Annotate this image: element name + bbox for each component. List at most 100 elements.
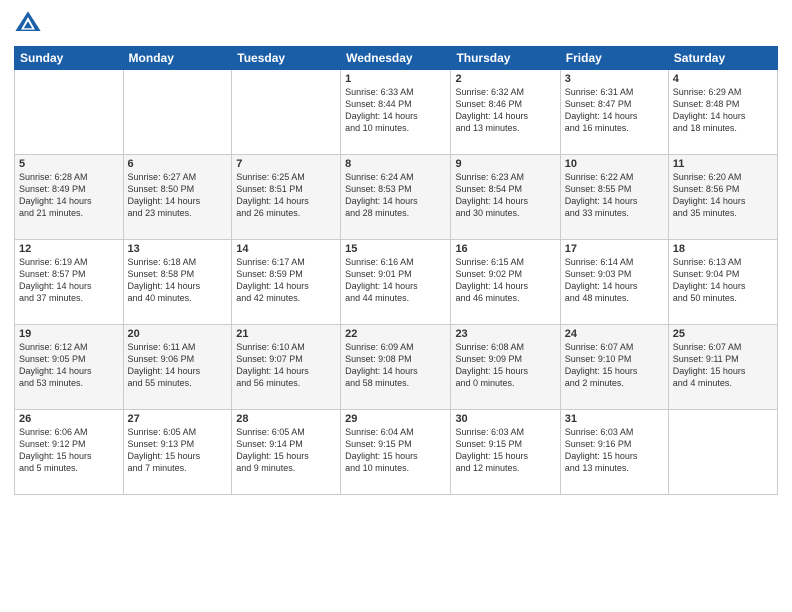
day-number: 3 xyxy=(565,73,664,85)
day-number: 31 xyxy=(565,413,664,425)
calendar-cell: 13Sunrise: 6:18 AM Sunset: 8:58 PM Dayli… xyxy=(123,240,232,325)
day-number: 19 xyxy=(19,328,119,340)
calendar-cell: 12Sunrise: 6:19 AM Sunset: 8:57 PM Dayli… xyxy=(15,240,124,325)
calendar-cell: 17Sunrise: 6:14 AM Sunset: 9:03 PM Dayli… xyxy=(560,240,668,325)
calendar-week-row: 19Sunrise: 6:12 AM Sunset: 9:05 PM Dayli… xyxy=(15,325,778,410)
cell-content: Sunrise: 6:04 AM Sunset: 9:15 PM Dayligh… xyxy=(345,426,446,475)
calendar-header-thursday: Thursday xyxy=(451,47,560,70)
cell-content: Sunrise: 6:14 AM Sunset: 9:03 PM Dayligh… xyxy=(565,256,664,305)
calendar-cell xyxy=(232,70,341,155)
calendar-cell: 22Sunrise: 6:09 AM Sunset: 9:08 PM Dayli… xyxy=(341,325,451,410)
calendar-cell: 16Sunrise: 6:15 AM Sunset: 9:02 PM Dayli… xyxy=(451,240,560,325)
calendar-header-monday: Monday xyxy=(123,47,232,70)
day-number: 25 xyxy=(673,328,773,340)
cell-content: Sunrise: 6:24 AM Sunset: 8:53 PM Dayligh… xyxy=(345,171,446,220)
calendar-cell: 9Sunrise: 6:23 AM Sunset: 8:54 PM Daylig… xyxy=(451,155,560,240)
calendar-week-row: 5Sunrise: 6:28 AM Sunset: 8:49 PM Daylig… xyxy=(15,155,778,240)
calendar-cell xyxy=(15,70,124,155)
day-number: 18 xyxy=(673,243,773,255)
calendar-cell: 10Sunrise: 6:22 AM Sunset: 8:55 PM Dayli… xyxy=(560,155,668,240)
calendar-cell: 30Sunrise: 6:03 AM Sunset: 9:15 PM Dayli… xyxy=(451,410,560,495)
cell-content: Sunrise: 6:08 AM Sunset: 9:09 PM Dayligh… xyxy=(455,341,555,390)
day-number: 11 xyxy=(673,158,773,170)
calendar-cell: 15Sunrise: 6:16 AM Sunset: 9:01 PM Dayli… xyxy=(341,240,451,325)
cell-content: Sunrise: 6:31 AM Sunset: 8:47 PM Dayligh… xyxy=(565,86,664,135)
calendar-cell: 25Sunrise: 6:07 AM Sunset: 9:11 PM Dayli… xyxy=(668,325,777,410)
day-number: 17 xyxy=(565,243,664,255)
header xyxy=(14,10,778,38)
calendar-cell: 26Sunrise: 6:06 AM Sunset: 9:12 PM Dayli… xyxy=(15,410,124,495)
cell-content: Sunrise: 6:23 AM Sunset: 8:54 PM Dayligh… xyxy=(455,171,555,220)
logo xyxy=(14,10,44,38)
cell-content: Sunrise: 6:25 AM Sunset: 8:51 PM Dayligh… xyxy=(236,171,336,220)
cell-content: Sunrise: 6:13 AM Sunset: 9:04 PM Dayligh… xyxy=(673,256,773,305)
day-number: 23 xyxy=(455,328,555,340)
cell-content: Sunrise: 6:33 AM Sunset: 8:44 PM Dayligh… xyxy=(345,86,446,135)
calendar-header-saturday: Saturday xyxy=(668,47,777,70)
cell-content: Sunrise: 6:15 AM Sunset: 9:02 PM Dayligh… xyxy=(455,256,555,305)
day-number: 26 xyxy=(19,413,119,425)
calendar-week-row: 12Sunrise: 6:19 AM Sunset: 8:57 PM Dayli… xyxy=(15,240,778,325)
day-number: 2 xyxy=(455,73,555,85)
calendar-cell: 20Sunrise: 6:11 AM Sunset: 9:06 PM Dayli… xyxy=(123,325,232,410)
day-number: 7 xyxy=(236,158,336,170)
day-number: 12 xyxy=(19,243,119,255)
calendar-cell xyxy=(123,70,232,155)
day-number: 8 xyxy=(345,158,446,170)
calendar-cell: 3Sunrise: 6:31 AM Sunset: 8:47 PM Daylig… xyxy=(560,70,668,155)
day-number: 27 xyxy=(128,413,228,425)
calendar-cell: 21Sunrise: 6:10 AM Sunset: 9:07 PM Dayli… xyxy=(232,325,341,410)
calendar-cell: 28Sunrise: 6:05 AM Sunset: 9:14 PM Dayli… xyxy=(232,410,341,495)
calendar-week-row: 1Sunrise: 6:33 AM Sunset: 8:44 PM Daylig… xyxy=(15,70,778,155)
cell-content: Sunrise: 6:03 AM Sunset: 9:16 PM Dayligh… xyxy=(565,426,664,475)
cell-content: Sunrise: 6:09 AM Sunset: 9:08 PM Dayligh… xyxy=(345,341,446,390)
cell-content: Sunrise: 6:29 AM Sunset: 8:48 PM Dayligh… xyxy=(673,86,773,135)
calendar-cell: 31Sunrise: 6:03 AM Sunset: 9:16 PM Dayli… xyxy=(560,410,668,495)
calendar-cell: 8Sunrise: 6:24 AM Sunset: 8:53 PM Daylig… xyxy=(341,155,451,240)
calendar-header-sunday: Sunday xyxy=(15,47,124,70)
calendar-week-row: 26Sunrise: 6:06 AM Sunset: 9:12 PM Dayli… xyxy=(15,410,778,495)
day-number: 14 xyxy=(236,243,336,255)
calendar-cell: 14Sunrise: 6:17 AM Sunset: 8:59 PM Dayli… xyxy=(232,240,341,325)
calendar-header-friday: Friday xyxy=(560,47,668,70)
cell-content: Sunrise: 6:16 AM Sunset: 9:01 PM Dayligh… xyxy=(345,256,446,305)
calendar-cell: 4Sunrise: 6:29 AM Sunset: 8:48 PM Daylig… xyxy=(668,70,777,155)
calendar-cell xyxy=(668,410,777,495)
day-number: 30 xyxy=(455,413,555,425)
cell-content: Sunrise: 6:12 AM Sunset: 9:05 PM Dayligh… xyxy=(19,341,119,390)
cell-content: Sunrise: 6:07 AM Sunset: 9:10 PM Dayligh… xyxy=(565,341,664,390)
calendar-header-wednesday: Wednesday xyxy=(341,47,451,70)
day-number: 22 xyxy=(345,328,446,340)
day-number: 21 xyxy=(236,328,336,340)
cell-content: Sunrise: 6:19 AM Sunset: 8:57 PM Dayligh… xyxy=(19,256,119,305)
cell-content: Sunrise: 6:07 AM Sunset: 9:11 PM Dayligh… xyxy=(673,341,773,390)
day-number: 20 xyxy=(128,328,228,340)
cell-content: Sunrise: 6:11 AM Sunset: 9:06 PM Dayligh… xyxy=(128,341,228,390)
calendar-cell: 5Sunrise: 6:28 AM Sunset: 8:49 PM Daylig… xyxy=(15,155,124,240)
day-number: 15 xyxy=(345,243,446,255)
day-number: 10 xyxy=(565,158,664,170)
day-number: 16 xyxy=(455,243,555,255)
calendar-header-row: SundayMondayTuesdayWednesdayThursdayFrid… xyxy=(15,47,778,70)
day-number: 4 xyxy=(673,73,773,85)
cell-content: Sunrise: 6:10 AM Sunset: 9:07 PM Dayligh… xyxy=(236,341,336,390)
day-number: 6 xyxy=(128,158,228,170)
calendar-cell: 1Sunrise: 6:33 AM Sunset: 8:44 PM Daylig… xyxy=(341,70,451,155)
cell-content: Sunrise: 6:27 AM Sunset: 8:50 PM Dayligh… xyxy=(128,171,228,220)
calendar-cell: 29Sunrise: 6:04 AM Sunset: 9:15 PM Dayli… xyxy=(341,410,451,495)
day-number: 28 xyxy=(236,413,336,425)
cell-content: Sunrise: 6:20 AM Sunset: 8:56 PM Dayligh… xyxy=(673,171,773,220)
calendar-cell: 23Sunrise: 6:08 AM Sunset: 9:09 PM Dayli… xyxy=(451,325,560,410)
day-number: 9 xyxy=(455,158,555,170)
logo-icon xyxy=(14,10,42,38)
day-number: 29 xyxy=(345,413,446,425)
cell-content: Sunrise: 6:22 AM Sunset: 8:55 PM Dayligh… xyxy=(565,171,664,220)
day-number: 1 xyxy=(345,73,446,85)
page: SundayMondayTuesdayWednesdayThursdayFrid… xyxy=(0,0,792,612)
calendar-cell: 27Sunrise: 6:05 AM Sunset: 9:13 PM Dayli… xyxy=(123,410,232,495)
calendar-header-tuesday: Tuesday xyxy=(232,47,341,70)
calendar-table: SundayMondayTuesdayWednesdayThursdayFrid… xyxy=(14,46,778,495)
day-number: 5 xyxy=(19,158,119,170)
cell-content: Sunrise: 6:17 AM Sunset: 8:59 PM Dayligh… xyxy=(236,256,336,305)
day-number: 13 xyxy=(128,243,228,255)
